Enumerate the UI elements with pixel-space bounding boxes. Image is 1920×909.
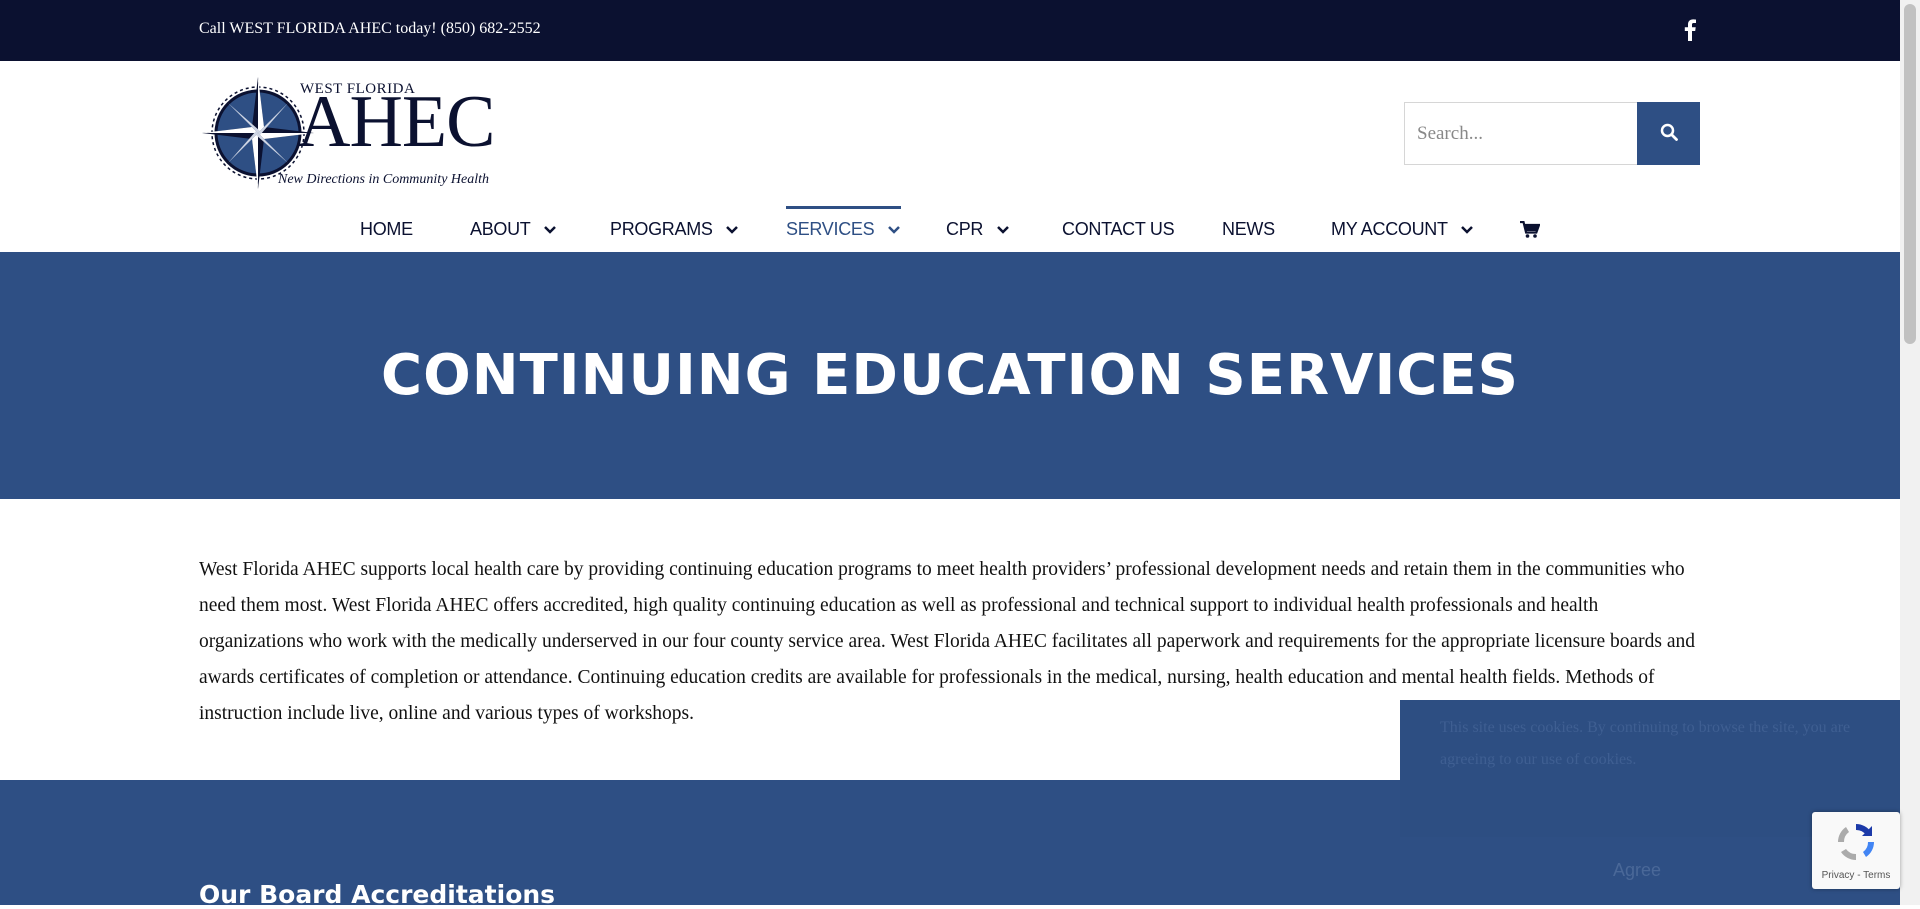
nav-label: CONTACT US <box>1062 219 1175 239</box>
nav-news[interactable]: NEWS <box>1222 206 1275 252</box>
facebook-icon[interactable] <box>1679 14 1701 46</box>
nav-cart[interactable] <box>1520 206 1541 252</box>
scrollbar[interactable] <box>1900 0 1920 905</box>
cookie-agree-label: Agree <box>1613 860 1662 880</box>
nav-label: ABOUT <box>470 219 531 239</box>
nav-about[interactable]: ABOUT <box>470 206 557 252</box>
phone-text: Call WEST FLORIDA AHEC today! (850) 682-… <box>199 20 541 37</box>
chevron-down-icon <box>888 226 900 235</box>
chevron-down-icon <box>1461 226 1474 235</box>
nav-label: NEWS <box>1222 219 1275 239</box>
nav-label: SERVICES <box>786 219 875 239</box>
scrollbar-thumb[interactable] <box>1904 4 1916 344</box>
logo-tagline: New Directions in Community Health <box>278 172 490 187</box>
nav-cpr[interactable]: CPR <box>946 206 1010 252</box>
cookie-text: This site uses cookies. By continuing to… <box>1440 719 1851 768</box>
recaptcha-icon <box>1838 824 1874 860</box>
search-button[interactable] <box>1637 102 1700 165</box>
search-icon <box>1660 123 1678 141</box>
nav-label: CPR <box>946 219 984 239</box>
nav-label: MY ACCOUNT <box>1331 219 1448 239</box>
logo-line2: AHEC <box>297 81 495 163</box>
recaptcha-links[interactable]: Privacy - Terms <box>1812 870 1900 881</box>
nav-my-account[interactable]: MY ACCOUNT <box>1331 206 1474 252</box>
chevron-down-icon <box>996 226 1009 235</box>
cart-icon <box>1520 221 1541 239</box>
main-nav: HOME ABOUT PROGRAMS SERVICES CPR CONTACT… <box>0 206 1900 252</box>
search-input[interactable] <box>1404 102 1652 165</box>
nav-label: HOME <box>360 219 413 239</box>
page-title: CONTINUING EDUCATION SERVICES <box>381 343 1519 408</box>
top-bar: Call WEST FLORIDA AHEC today! (850) 682-… <box>0 0 1900 61</box>
recaptcha-badge[interactable]: Privacy - Terms <box>1812 812 1900 889</box>
page-hero: CONTINUING EDUCATION SERVICES <box>0 252 1900 499</box>
chevron-down-icon <box>544 226 557 235</box>
search-form <box>1404 102 1700 165</box>
nav-services[interactable]: SERVICES <box>786 206 902 252</box>
nav-label: PROGRAMS <box>610 219 713 239</box>
chevron-down-icon <box>726 226 739 235</box>
nav-contact-us[interactable]: CONTACT US <box>1062 206 1175 252</box>
nav-programs[interactable]: PROGRAMS <box>610 206 739 252</box>
site-logo[interactable]: WEST FLORIDA AHEC New Directions in Comm… <box>200 75 510 195</box>
site-header: WEST FLORIDA AHEC New Directions in Comm… <box>0 61 1900 207</box>
nav-home[interactable]: HOME <box>360 206 413 252</box>
